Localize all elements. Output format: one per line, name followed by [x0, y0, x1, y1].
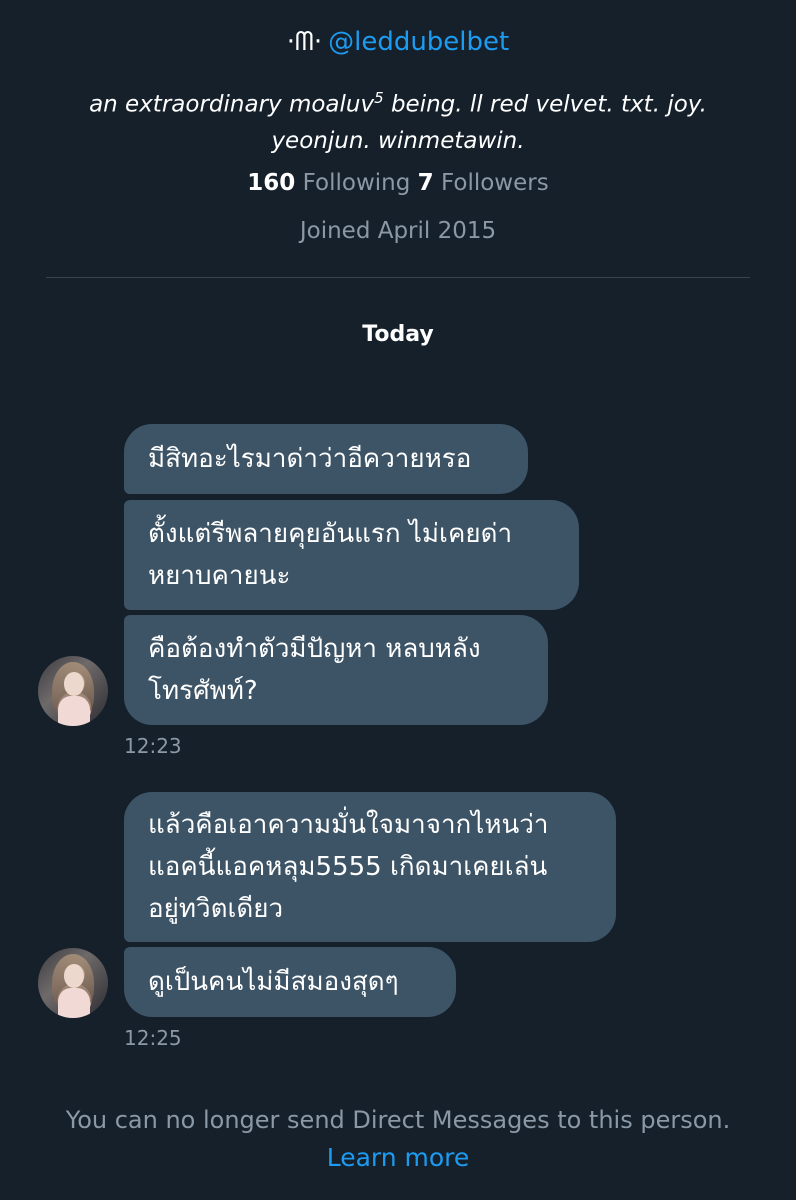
avatar-body — [58, 988, 90, 1018]
message-bubble[interactable]: ตั้งแต่รีพลายคุยอันแรก ไม่เคยด่า หยาบคาย… — [124, 500, 579, 610]
message-line: คือต้องทำตัวมีปัญหา หลบหลัง — [148, 634, 481, 664]
bio-line-2: yeonjun. winmetawin. — [271, 127, 525, 154]
following-count[interactable]: 160 — [247, 170, 295, 196]
message-timestamp: 12:25 — [124, 1026, 182, 1050]
message-line: มีสิทอะไรมาด่าว่าอีควายหรอ — [148, 444, 472, 474]
message-bubble[interactable]: แล้วคือเอาความมั่นใจมาจากไหนว่า แอคนี้แอ… — [124, 792, 616, 942]
profile-bio: an extraordinary moaluv5 being. ll red v… — [20, 80, 776, 159]
day-separator: Today — [362, 322, 434, 347]
followers-label[interactable]: Followers — [441, 170, 549, 196]
message-line: หยาบคายนะ — [148, 561, 291, 591]
message-line: แอคนี้แอคหลุม5555 เกิดมาเคยเล่น — [148, 852, 548, 882]
avatar-face — [64, 672, 84, 696]
following-label[interactable]: Following — [303, 170, 411, 196]
message-bubble[interactable]: ดูเป็นคนไม่มีสมองสุดๆ — [124, 947, 456, 1017]
message-line: โทรศัพท์? — [148, 676, 258, 706]
message-timestamp: 12:23 — [124, 734, 182, 758]
dm-disabled-notice: You can no longer send Direct Messages t… — [65, 1106, 731, 1134]
message-bubble[interactable]: มีสิทอะไรมาด่าว่าอีควายหรอ — [124, 424, 528, 494]
followers-count[interactable]: 7 — [418, 170, 434, 196]
learn-more-link[interactable]: Learn more — [0, 1140, 796, 1176]
joined-date: Joined April 2015 — [299, 218, 497, 244]
bio-text-a: an extraordinary moaluv — [89, 91, 375, 118]
avatar-face — [64, 964, 84, 988]
message-line: ดูเป็นคนไม่มีสมองสุดๆ — [148, 967, 399, 997]
bio-superscript: 5 — [374, 89, 384, 107]
avatar-body — [58, 696, 90, 726]
profile-handle-link[interactable]: @leddubelbet — [328, 27, 509, 57]
message-bubble[interactable]: คือต้องทำตัวมีปัญหา หลบหลัง โทรศัพท์? — [124, 615, 548, 725]
message-line: ตั้งแต่รีพลายคุยอันแรก ไม่เคยด่า — [148, 519, 513, 549]
sender-avatar[interactable] — [38, 656, 108, 726]
bio-line-1: an extraordinary moaluv5 being. ll red v… — [20, 80, 776, 123]
divider — [46, 277, 750, 278]
handle-row[interactable]: ·ᗰ· @leddubelbet — [0, 22, 796, 62]
message-line: อยู่ทวิตเดียว — [148, 894, 284, 924]
follow-stats: 160 Following 7 Followers — [0, 166, 796, 200]
handle-emoji-glyph: ·ᗰ· — [286, 27, 323, 57]
bio-text-b: being. ll red velvet. txt. joy. — [383, 91, 707, 118]
sender-avatar[interactable] — [38, 948, 108, 1018]
message-line: แล้วคือเอาความมั่นใจมาจากไหนว่า — [148, 810, 549, 840]
